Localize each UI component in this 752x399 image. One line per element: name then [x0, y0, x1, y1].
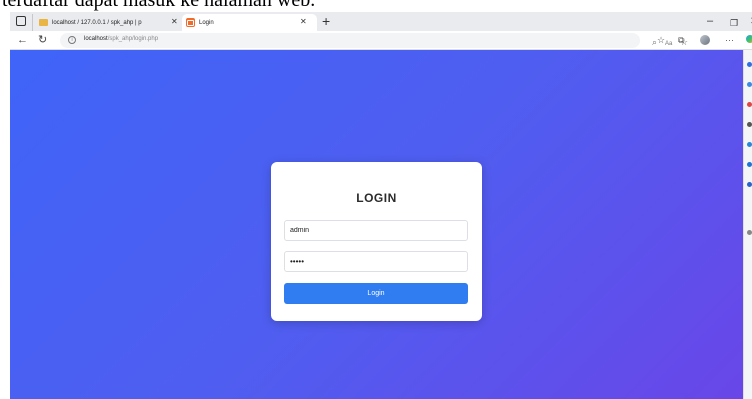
- tab-login[interactable]: Login ✕: [182, 14, 317, 31]
- address-bar[interactable]: i localhost/spk_ahp/login.php ⌕ Aa ☆: [60, 33, 688, 48]
- read-aloud-icon[interactable]: Aa: [665, 38, 672, 50]
- login-card: LOGIN Login: [271, 162, 482, 321]
- back-icon[interactable]: ←: [17, 33, 28, 47]
- login-title: LOGIN: [356, 191, 397, 205]
- favorites-icon[interactable]: ☆: [657, 34, 665, 46]
- outlook-icon[interactable]: [747, 162, 752, 167]
- tab-title: Login: [199, 19, 214, 26]
- reload-icon[interactable]: ↻: [38, 33, 47, 47]
- tab-title: localhost / 127.0.0.1 / spk_ahp | p: [52, 19, 142, 26]
- collections-icon[interactable]: ⧉: [678, 34, 684, 46]
- page-viewport: ! Masukkan username & password ! LOGIN L…: [10, 50, 743, 399]
- url-path: /spk_ahp/login.php: [107, 36, 159, 42]
- profile-avatar[interactable]: [700, 35, 710, 45]
- url-text[interactable]: localhost/spk_ahp/login.php: [84, 36, 158, 42]
- caption-text: terdaftar dapat masuk ke halaman web.: [2, 0, 316, 11]
- password-input[interactable]: [284, 251, 468, 272]
- login-button[interactable]: Login: [284, 283, 468, 304]
- tab-phpmyadmin[interactable]: localhost / 127.0.0.1 / spk_ahp | p ✕: [32, 14, 182, 31]
- info-icon[interactable]: i: [68, 36, 76, 44]
- send-icon[interactable]: [747, 182, 752, 187]
- login-favicon-icon: [186, 18, 195, 27]
- add-icon[interactable]: [747, 230, 752, 235]
- close-icon[interactable]: ✕: [171, 17, 178, 26]
- close-icon[interactable]: ✕: [300, 17, 307, 26]
- username-input[interactable]: [284, 220, 468, 241]
- tab-bar: localhost / 127.0.0.1 / spk_ahp | p ✕ Lo…: [10, 12, 752, 31]
- document-caption: terdaftar dapat masuk ke halaman web.: [0, 0, 752, 12]
- folder-favicon-icon: [39, 19, 48, 26]
- games-icon[interactable]: [747, 142, 752, 147]
- tab-actions-icon[interactable]: [16, 16, 26, 26]
- copilot-icon[interactable]: [746, 35, 752, 43]
- new-tab-button[interactable]: +: [322, 12, 330, 31]
- url-host: localhost: [84, 36, 108, 42]
- tools-icon[interactable]: [747, 102, 752, 107]
- search-sidebar-icon[interactable]: [747, 62, 752, 67]
- more-menu-icon[interactable]: ···: [725, 34, 734, 46]
- shopping-icon[interactable]: [747, 82, 752, 87]
- edge-sidebar: [743, 50, 752, 399]
- person-icon[interactable]: [747, 122, 752, 127]
- restore-icon[interactable]: ❐: [730, 16, 738, 31]
- address-toolbar: ← ↻ i localhost/spk_ahp/login.php ⌕ Aa ☆…: [10, 31, 752, 50]
- minimize-icon[interactable]: –: [707, 14, 713, 29]
